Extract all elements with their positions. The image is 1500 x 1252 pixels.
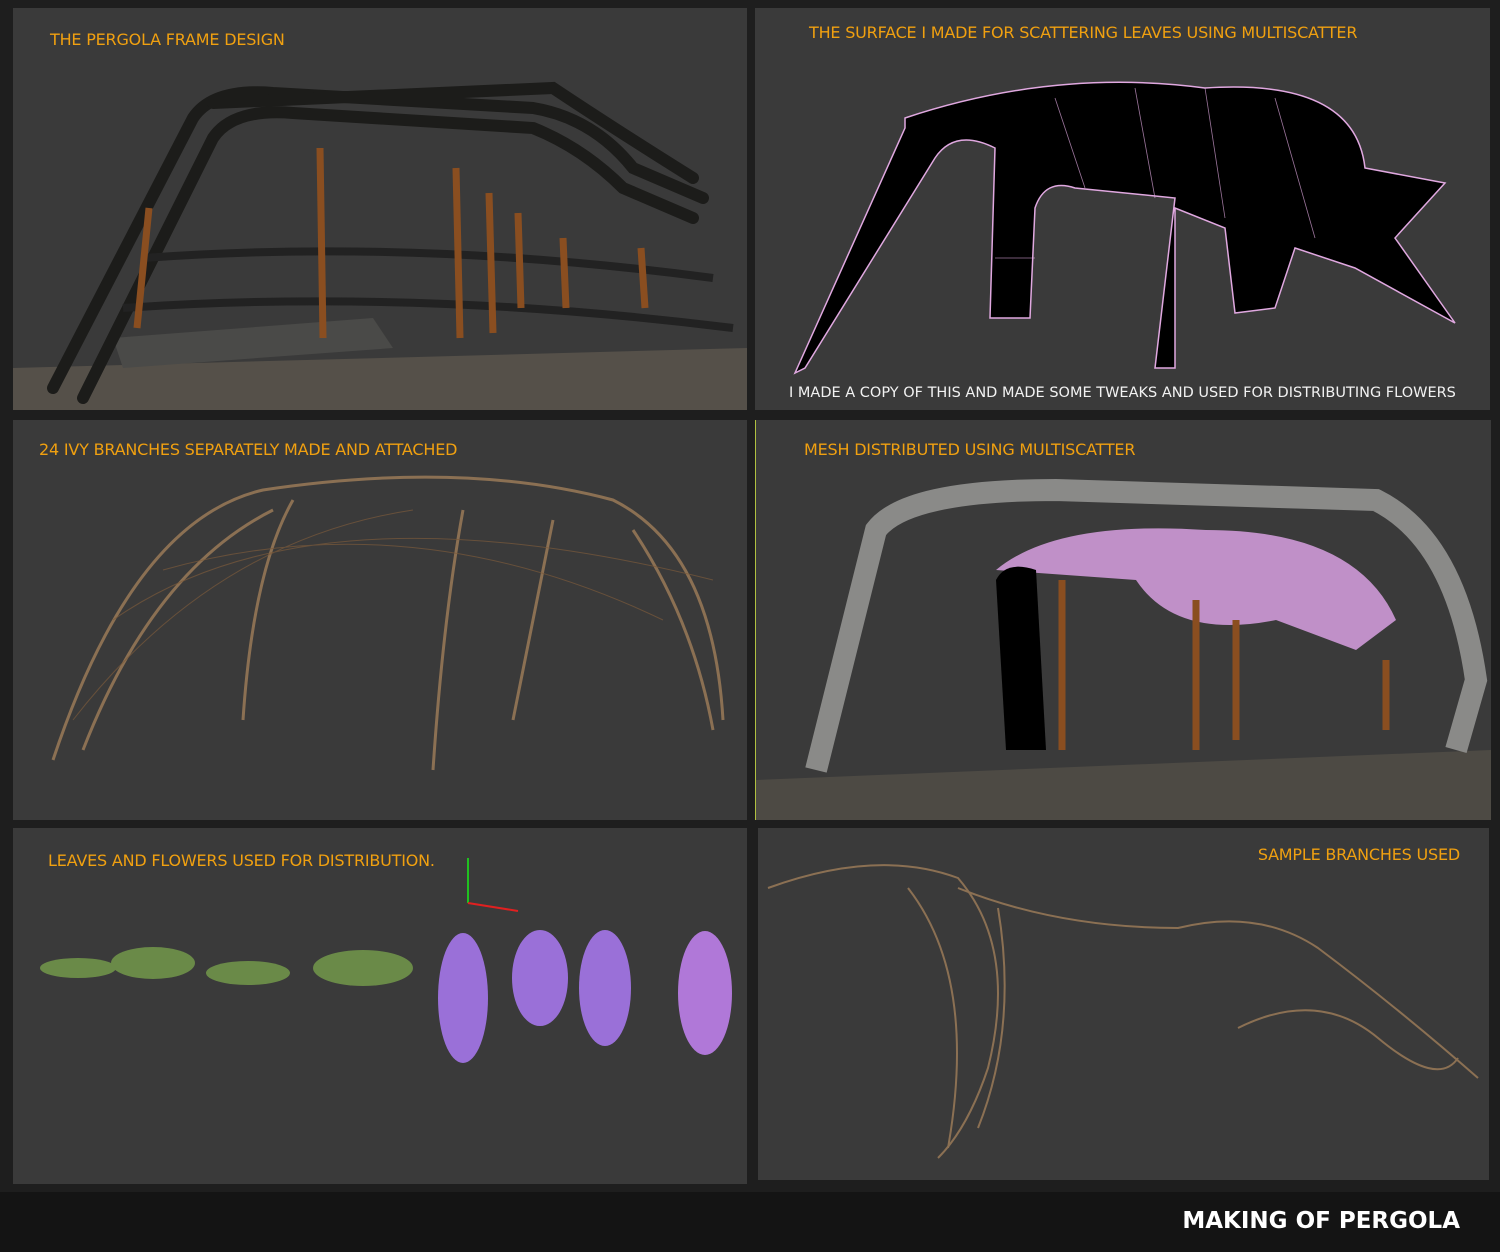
panel-pergola-frame: THE PERGOLA FRAME DESIGN bbox=[13, 8, 747, 410]
sample-branches-render bbox=[767, 864, 1479, 1159]
leaves-flowers-render bbox=[40, 858, 732, 1063]
footer-bar: MAKING OF PERGOLA bbox=[0, 1192, 1500, 1252]
panel-sample-branches: SAMPLE BRANCHES USED bbox=[758, 828, 1489, 1180]
panel-caption: MESH DISTRIBUTED USING MULTISCATTER bbox=[804, 440, 1136, 459]
panel-caption: LEAVES AND FLOWERS USED FOR DISTRIBUTION… bbox=[48, 851, 435, 870]
scatter-surface-wireframe bbox=[793, 81, 1456, 375]
panel-leaves-flowers: LEAVES AND FLOWERS USED FOR DISTRIBUTION… bbox=[13, 828, 747, 1184]
ivy-branches-render bbox=[51, 475, 725, 771]
mesh-distributed-render bbox=[756, 478, 1491, 820]
panel-caption: SAMPLE BRANCHES USED bbox=[1257, 845, 1460, 864]
panel-scatter-surface: THE SURFACE I MADE FOR SCATTERING LEAVES… bbox=[755, 8, 1490, 410]
footer-title: MAKING OF PERGOLA bbox=[1182, 1208, 1460, 1234]
panel-mesh-distributed: MESH DISTRIBUTED USING MULTISCATTER bbox=[755, 420, 1491, 820]
panel-caption: THE SURFACE I MADE FOR SCATTERING LEAVES… bbox=[809, 23, 1358, 42]
panel-caption: 24 IVY BRANCHES SEPARATELY MADE AND ATTA… bbox=[39, 440, 458, 459]
panel-note: I MADE A COPY OF THIS AND MADE SOME TWEA… bbox=[789, 385, 1456, 401]
pergola-frame-render bbox=[13, 81, 747, 410]
panel-caption: THE PERGOLA FRAME DESIGN bbox=[50, 30, 285, 49]
panel-ivy-branches: 24 IVY BRANCHES SEPARATELY MADE AND ATTA… bbox=[13, 420, 747, 820]
